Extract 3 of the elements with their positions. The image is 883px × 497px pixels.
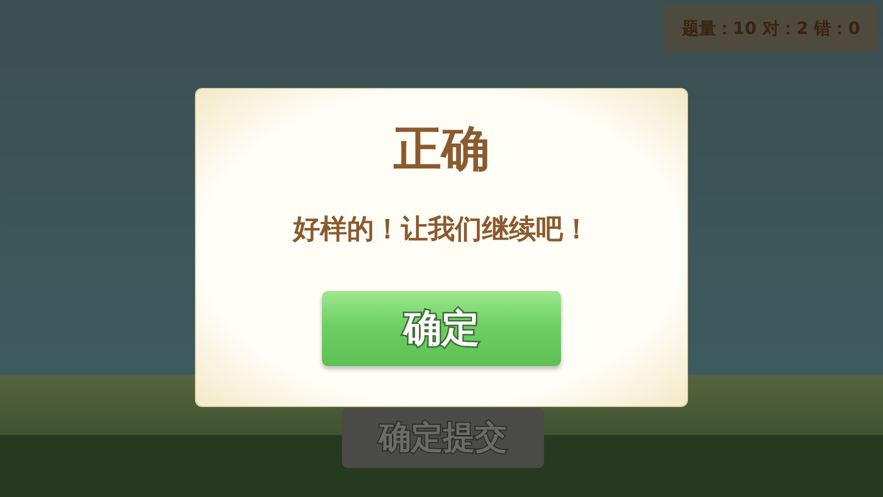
dialog-title: 正确 — [394, 120, 490, 179]
confirm-button[interactable]: 确定 — [322, 291, 561, 366]
dialog-message: 好样的！让我们继续吧！ — [293, 213, 590, 247]
